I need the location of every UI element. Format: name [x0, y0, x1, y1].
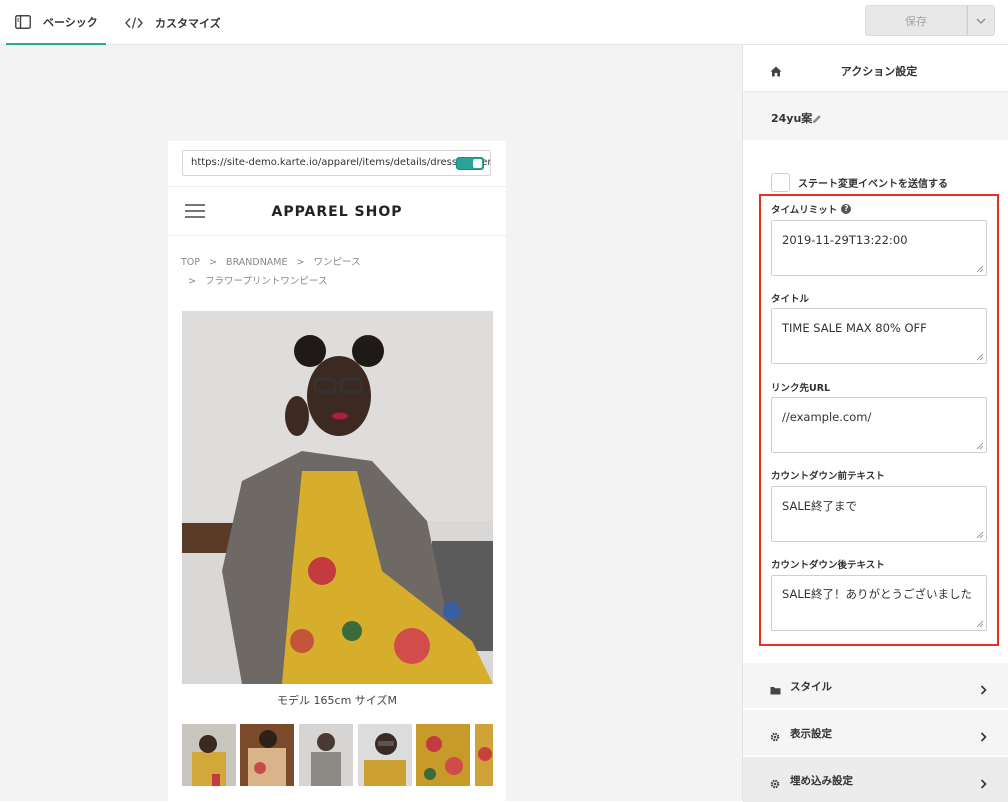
panel-layout-icon — [15, 14, 31, 29]
link-url-label: リンク先URL — [771, 380, 830, 394]
chevron-right-icon — [980, 680, 987, 699]
title-value: TIME SALE MAX 80% OFF — [782, 321, 927, 335]
section-style[interactable]: スタイル — [743, 662, 1008, 708]
section-embed-settings-label: 埋め込み設定 — [790, 775, 853, 787]
action-name: 24yu案 — [771, 112, 813, 125]
breadcrumb-item[interactable]: TOP — [181, 257, 200, 268]
link-url-value: //example.com/ — [782, 410, 872, 424]
title-label-text: タイトル — [771, 294, 810, 305]
section-display-settings[interactable]: 表示設定 — [743, 709, 1008, 755]
countdown-after-label-text: カウントダウン後テキスト — [771, 560, 885, 571]
panel-title: アクション設定 — [840, 65, 918, 78]
gear-icon — [770, 774, 780, 793]
thumbnail-strip — [182, 724, 493, 786]
action-name-row: 24yu案 — [743, 92, 1008, 140]
state-event-checkbox-label: ステート変更イベントを送信する — [798, 179, 948, 190]
resize-grip-icon[interactable] — [976, 353, 984, 361]
thumbnail[interactable] — [358, 724, 412, 786]
link-url-field[interactable]: //example.com/ — [771, 397, 987, 453]
help-icon[interactable]: ? — [841, 204, 852, 214]
thumbnail[interactable] — [475, 724, 493, 786]
breadcrumb: TOP > BRANDNAME > ワンピース > フラワープリントワンピース — [181, 257, 361, 287]
time-limit-label-text: タイムリミット — [771, 205, 838, 216]
site-header: APPAREL SHOP — [168, 186, 506, 236]
url-bar[interactable]: https://site-demo.karte.io/apparel/items… — [182, 150, 491, 176]
countdown-before-field[interactable]: SALE終了まで — [771, 486, 987, 542]
section-style-label: スタイル — [790, 681, 832, 693]
link-url-label-text: リンク先URL — [771, 383, 831, 394]
title-field[interactable]: TIME SALE MAX 80% OFF — [771, 308, 987, 364]
section-display-settings-label: 表示設定 — [790, 728, 832, 740]
chevron-right-icon — [980, 774, 987, 793]
state-event-checkbox[interactable] — [771, 173, 790, 192]
preview-toggle[interactable] — [456, 157, 484, 170]
preview-url: https://site-demo.karte.io/apparel/items… — [191, 157, 491, 168]
preview-canvas: https://site-demo.karte.io/apparel/items… — [0, 45, 742, 801]
countdown-before-value: SALE終了まで — [782, 499, 858, 513]
countdown-before-label-text: カウントダウン前テキスト — [771, 471, 885, 482]
countdown-after-value: SALE終了！ありがとうございました — [782, 587, 973, 601]
folder-icon — [770, 680, 781, 699]
top-bar: ベーシック カスタマイズ 保存 — [0, 0, 1008, 45]
tab-customize-label: カスタマイズ — [155, 16, 221, 30]
resize-grip-icon[interactable] — [976, 620, 984, 628]
tab-customize[interactable]: カスタマイズ — [125, 0, 221, 45]
save-options-button[interactable] — [967, 5, 995, 36]
thumbnail[interactable] — [299, 724, 353, 786]
resize-grip-icon[interactable] — [976, 442, 984, 450]
breadcrumb-item[interactable]: ワンピース — [314, 257, 361, 268]
photo-caption: モデル 165cm サイズM — [277, 694, 397, 707]
section-embed-settings[interactable]: 埋め込み設定 — [743, 756, 1008, 802]
time-limit-value: 2019-11-29T13:22:00 — [782, 233, 908, 247]
settings-panel: アクション設定 24yu案 ステート変更イベントを送信する タイムリミット ? … — [742, 45, 1008, 802]
mobile-preview: https://site-demo.karte.io/apparel/items… — [168, 141, 506, 801]
resize-grip-icon[interactable] — [976, 265, 984, 273]
tab-basic[interactable]: ベーシック — [6, 0, 106, 45]
state-event-checkbox-row[interactable]: ステート変更イベントを送信する — [771, 173, 948, 192]
save-button[interactable]: 保存 — [865, 5, 967, 36]
save-button-group: 保存 — [865, 5, 995, 36]
code-icon — [125, 16, 143, 29]
countdown-after-label: カウントダウン後テキスト — [771, 557, 885, 571]
panel-header: アクション設定 — [743, 45, 1008, 92]
time-limit-field[interactable]: 2019-11-29T13:22:00 — [771, 220, 987, 276]
tab-basic-label: ベーシック — [43, 15, 98, 29]
countdown-before-label: カウントダウン前テキスト — [771, 468, 885, 482]
breadcrumb-item-current: フラワープリントワンピース — [205, 276, 328, 287]
countdown-after-field[interactable]: SALE終了！ありがとうございました — [771, 575, 987, 631]
resize-grip-icon[interactable] — [976, 531, 984, 539]
shop-title: APPAREL SHOP — [271, 204, 403, 220]
title-label: タイトル — [771, 291, 809, 305]
gear-icon — [770, 727, 780, 746]
thumbnail[interactable] — [182, 724, 236, 786]
pencil-icon[interactable] — [812, 109, 822, 128]
time-limit-label: タイムリミット ? — [771, 202, 852, 216]
product-photo — [182, 311, 493, 684]
thumbnail[interactable] — [240, 724, 294, 786]
chevron-down-icon — [976, 18, 986, 24]
chevron-right-icon — [980, 727, 987, 746]
breadcrumb-item[interactable]: BRANDNAME — [226, 257, 287, 268]
thumbnail[interactable] — [416, 724, 470, 786]
